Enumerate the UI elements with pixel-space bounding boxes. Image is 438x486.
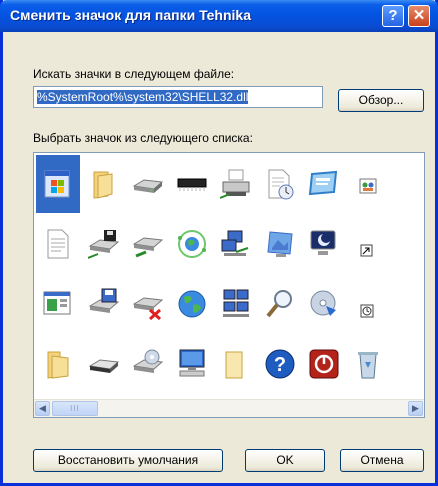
text-document-icon [47, 229, 69, 259]
icon-display-properties[interactable] [258, 215, 302, 273]
icon-computer-window[interactable] [302, 155, 346, 213]
document-clock-icon [268, 169, 294, 200]
scroll-right-icon[interactable]: ▶ [408, 401, 423, 416]
title-bar[interactable]: Сменить значок для папки Tehnika ? ✕ [0, 0, 438, 32]
icon-network-printer[interactable] [214, 155, 258, 213]
icon-network-group[interactable] [346, 155, 390, 213]
file-path-value: %SystemRoot%\system32\SHELL32.dll [37, 90, 249, 104]
icon-folder[interactable] [82, 155, 126, 213]
removable-drive-icon [88, 359, 120, 373]
icon-help[interactable]: ? [258, 335, 302, 393]
icon-program-window[interactable] [36, 275, 80, 333]
icon-clock[interactable] [346, 275, 390, 333]
icon-shutdown[interactable] [302, 335, 346, 393]
icon-network-globe[interactable] [170, 215, 214, 273]
icon-removable-drive[interactable] [82, 335, 126, 393]
close-button[interactable]: ✕ [408, 5, 430, 27]
icon-magnifier[interactable] [258, 275, 302, 333]
icon-hard-drive[interactable] [126, 155, 170, 213]
shortcut-arrow-icon [360, 244, 373, 257]
network-places-icon [223, 289, 249, 317]
icon-network-computers[interactable] [214, 215, 258, 273]
hard-drive-icon [132, 179, 164, 193]
computer-icon [179, 349, 205, 377]
icon-floppy-save[interactable] [82, 275, 126, 333]
scroll-left-icon[interactable]: ◀ [35, 401, 50, 416]
icon-cd-drive-user[interactable] [126, 335, 170, 393]
program-window-icon [43, 291, 71, 315]
icon-shortcut-arrow[interactable] [346, 215, 390, 273]
display-properties-icon [267, 231, 293, 257]
horizontal-scrollbar[interactable]: ◀ III ▶ [34, 399, 424, 417]
search-icon [266, 290, 292, 318]
file-label: Искать значки в следующем файле: [33, 67, 235, 81]
icon-network-places[interactable] [214, 275, 258, 333]
icon-drive-disconnected[interactable] [126, 275, 170, 333]
window-title: Сменить значок для папки Tehnika [10, 7, 252, 23]
help-button[interactable]: ? [382, 5, 404, 27]
folder-icon [93, 171, 113, 199]
blank-folder-icon [225, 351, 243, 379]
monitor-icon [310, 230, 336, 255]
globe-icon [178, 290, 206, 318]
memory-chip-icon [177, 178, 207, 191]
icon-computer-monitor[interactable] [170, 335, 214, 393]
file-path-input[interactable]: %SystemRoot%\system32\SHELL32.dll [33, 86, 323, 108]
svg-text:?: ? [274, 354, 286, 376]
cd-drive-user-icon [132, 349, 164, 373]
network-drive-icon [132, 237, 164, 258]
window-icon [308, 170, 338, 196]
clock-icon [360, 304, 374, 318]
icon-world-globe[interactable] [170, 275, 214, 333]
icon-text-document[interactable] [36, 215, 80, 273]
restore-defaults-button[interactable]: Восстановить умолчания [33, 449, 223, 472]
cancel-button[interactable]: Отмена [340, 449, 424, 472]
scroll-thumb[interactable]: III [52, 401, 98, 416]
network-globe-icon [178, 230, 206, 258]
drive-disconnected-icon [132, 297, 164, 320]
icon-monitor-moon[interactable] [302, 215, 346, 273]
icon-windows-app[interactable] [36, 155, 80, 213]
icon-cd-drive[interactable] [302, 275, 346, 333]
network-computers-icon [221, 230, 249, 256]
open-folder-icon [47, 351, 69, 379]
icon-folder-open[interactable] [36, 335, 80, 393]
icon-memory-chip[interactable] [170, 155, 214, 213]
icon-list[interactable]: ? ◀ III ▶ [33, 152, 425, 418]
change-icon-dialog: Сменить значок для папки Tehnika ? ✕ Иск… [0, 0, 438, 486]
help-icon: ? [265, 349, 295, 379]
ok-button[interactable]: OK [245, 449, 325, 472]
recycle-bin-icon [358, 352, 378, 379]
icon-document-clock[interactable] [258, 155, 302, 213]
icon-blank-folder[interactable] [214, 335, 258, 393]
network-group-icon [359, 178, 377, 194]
icon-floppy-drive[interactable] [82, 215, 126, 273]
printer-icon [220, 169, 250, 199]
cd-drive-icon [310, 290, 336, 316]
icon-list-label: Выбрать значок из следующего списка: [33, 131, 253, 145]
browse-button[interactable]: Обзор... [338, 89, 424, 112]
floppy-drive-icon [88, 230, 120, 259]
power-icon [309, 349, 339, 379]
floppy-save-icon [88, 288, 120, 313]
windows-app-icon [44, 170, 70, 198]
icon-recycle-bin[interactable] [346, 335, 390, 393]
icon-network-drive[interactable] [126, 215, 170, 273]
